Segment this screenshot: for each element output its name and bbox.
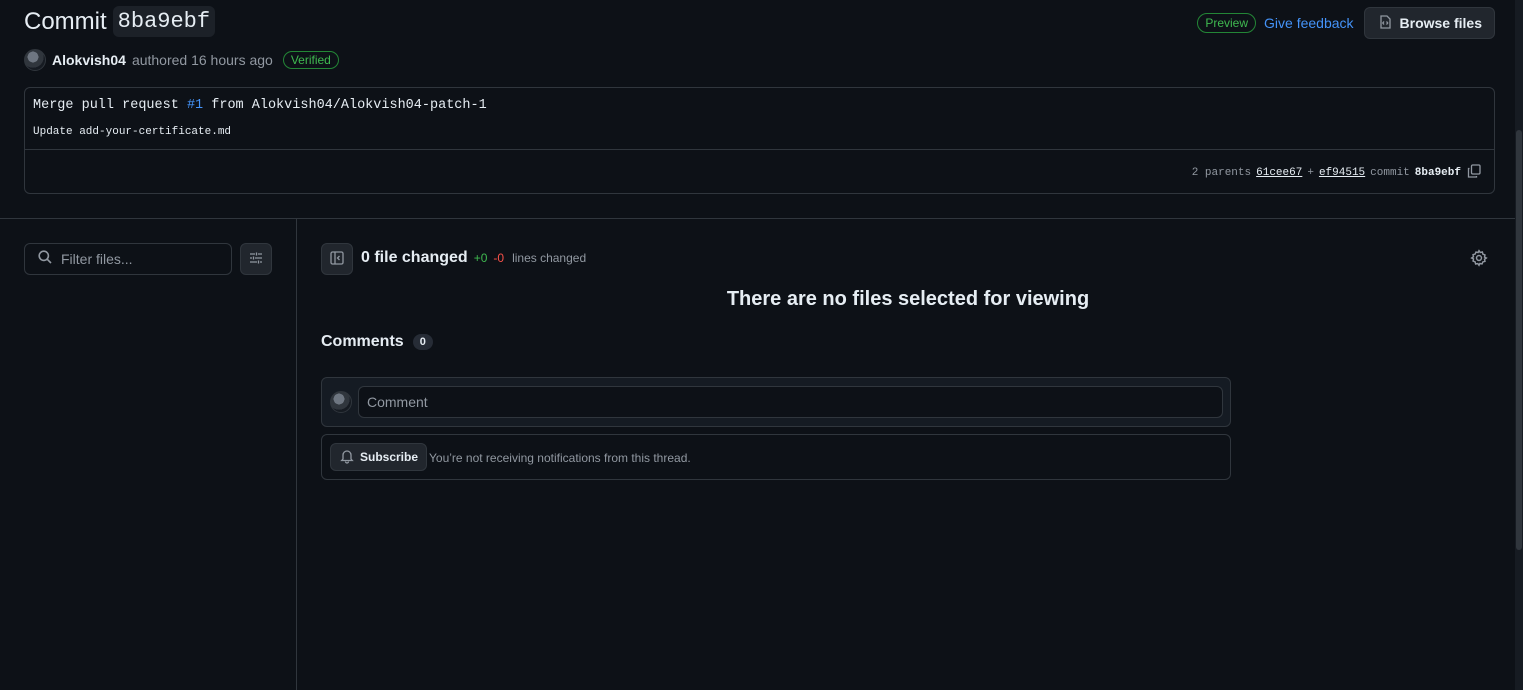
commit-message-suffix: from Alokvish04/Alokvish04-patch-1 [211,98,487,113]
deletions-count: -0 [493,251,505,265]
parents-label: 2 parents [1191,167,1252,179]
browse-files-button[interactable]: Browse files [1363,7,1495,39]
scrollbar-thumb[interactable] [1516,130,1522,550]
sidebar-toggle-icon [329,250,345,269]
author-link[interactable]: Alokvish04 [52,52,126,68]
copy-icon[interactable] [1466,163,1482,183]
commit-byline: Alokvish04 authored 16 hours ago Verifie… [24,49,339,71]
files-changed-count: 0 file changed [361,249,468,266]
authored-time: authored 16 hours ago [131,52,273,68]
commit-message-body: Update add-your-certificate.md [33,126,232,138]
diff-summary: 0 file changed +0 -0 lines changed [361,249,586,267]
commit-message-prefix: Merge pull request [33,98,179,113]
parents-plus: + [1307,167,1314,179]
commit-label: commit [1370,167,1410,179]
comments-label: Comments [321,333,404,350]
commit-parents: 2 parents 61cee67 + ef94515 commit 8ba9e… [1192,163,1482,183]
filter-files-input[interactable] [61,251,221,267]
parent-2-link[interactable]: ef94515 [1319,167,1365,179]
bell-icon [339,448,355,467]
comment-composer [321,377,1231,427]
section-divider [0,218,1515,219]
comments-heading: Comments 0 [321,333,433,351]
commit-message-title: Merge pull request #1 from Alokvish04/Al… [33,98,487,113]
preview-badge: Preview [1197,13,1257,33]
scrollbar[interactable] [1515,0,1523,690]
verified-badge[interactable]: Verified [282,51,339,69]
lines-changed-label: lines changed [512,251,587,265]
subscribe-label: Subscribe [360,450,419,464]
empty-state-message: There are no files selected for viewing [726,288,1090,310]
additions-count: +0 [473,251,488,265]
comments-count-badge: 0 [412,334,433,350]
page-title-prefix: Commit [24,7,107,35]
user-avatar [330,391,352,413]
pane-divider [296,219,297,690]
filter-options-button[interactable] [240,243,272,275]
subscription-box: Subscribe You’re not receiving notificat… [321,434,1231,480]
subscribe-button[interactable]: Subscribe [330,443,428,471]
page-title: Commit 8ba9ebf [24,6,216,37]
browse-files-label: Browse files [1399,15,1482,31]
file-tree-toggle-button[interactable] [321,243,353,275]
search-icon [37,249,53,270]
give-feedback-link[interactable]: Give feedback [1264,15,1354,31]
header-actions: Preview Give feedback Browse files [1197,7,1495,39]
subscription-status-text: You’re not receiving notifications from … [429,451,691,465]
parent-1-link[interactable]: 61cee67 [1256,167,1302,179]
commit-message-box: Merge pull request #1 from Alokvish04/Al… [24,87,1495,194]
gear-icon[interactable] [1470,249,1488,272]
pr-link[interactable]: #1 [187,98,203,113]
code-file-icon [1377,14,1393,33]
commit-sha-short: 8ba9ebf [1414,167,1461,179]
commit-sha: 8ba9ebf [112,6,216,37]
author-avatar[interactable] [24,49,46,71]
filter-settings-icon [248,250,264,269]
filter-files-field [24,243,232,275]
comment-input[interactable] [358,386,1223,418]
divider [25,149,1494,150]
